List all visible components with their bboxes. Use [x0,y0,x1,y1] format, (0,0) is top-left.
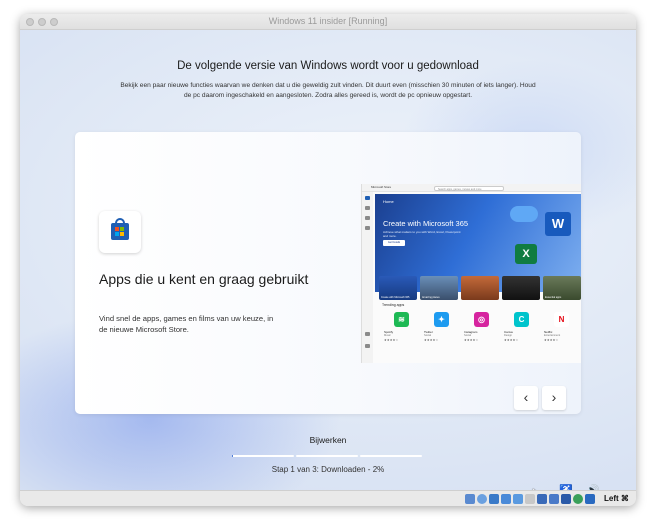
hard-disk-icon[interactable] [465,494,475,504]
spotify-icon: ≋ [394,312,409,327]
preview-trending-label: Trending apps [382,303,405,307]
preview-app-rating: ★★★★☆ [464,338,479,342]
twitter-icon: ✦ [434,312,449,327]
preview-app-category: Entertainment [544,334,561,337]
netflix-icon: N [554,312,569,327]
display-icon[interactable] [537,494,547,504]
preview-app-card: ◎ Instagram Social ★★★★☆ [462,312,502,356]
preview-tile [502,276,540,300]
progress-status: Stap 1 van 3: Downloaden - 2% [271,465,385,474]
virtualbox-window: Windows 11 insider [Running] De volgende… [20,14,636,506]
recording-icon[interactable] [561,494,571,504]
canva-icon: C [514,312,529,327]
preview-app-rating: ★★★★☆ [504,338,519,342]
progress-step-3 [360,455,422,457]
optical-drive-icon[interactable] [477,494,487,504]
preview-app-category: Music [384,334,391,337]
audio-icon[interactable] [489,494,499,504]
progress-label: Bijwerken [309,435,347,445]
preview-app-category: Social [424,334,432,337]
excel-logo-icon: X [515,244,537,264]
network-icon[interactable] [501,494,511,504]
preview-app-card: N Netflix Entertainment ★★★★☆ [542,312,581,356]
preview-app-category: Social [464,334,472,337]
progress-step-2 [296,455,358,457]
next-button[interactable]: › [542,386,566,410]
preview-search: Search apps, games, movies and more [434,185,504,191]
preview-tile [461,276,499,300]
preview-tile: Create with Microsoft 365 [379,276,417,300]
mouse-integration-icon[interactable] [585,494,595,504]
vm-status-bar: Left ⌘ [20,490,636,506]
preview-tile: Amazing places [420,276,458,300]
preview-sidebar [362,192,373,363]
virtualization-icon[interactable] [573,494,583,504]
word-logo-icon: W [545,212,571,236]
feature-description: Vind snel de apps, games en films van uw… [99,314,274,334]
preview-app-card: ✦ Twitter Social ★★★★☆ [422,312,462,356]
window-title: Windows 11 insider [Running] [268,16,388,26]
preview-app-category: Design [504,334,513,337]
title-bar[interactable]: Windows 11 insider [Running] [20,14,636,30]
preview-app-card: ≋ Spotify Music ★★★★☆ [382,312,422,356]
vm-screen[interactable]: De volgende versie van Windows wordt voo… [20,30,636,490]
microsoft-store-icon [99,211,141,253]
instagram-icon: ◎ [474,312,489,327]
preview-app-card: C Canva Design ★★★★☆ [502,312,542,356]
preview-hero: Home W X Create with Microsoft 365 Achie… [375,194,581,300]
setup-subtitle: Bekijk een paar nieuwe functies waarvan … [120,82,536,99]
progress-step-1 [232,455,294,457]
usb-icon[interactable] [513,494,523,504]
preview-app-name: Microsoft Store [371,185,392,189]
feature-title: Apps die u kent en graag gebruikt [99,271,309,287]
preview-app-rating: ★★★★☆ [424,338,439,342]
preview-app-rating: ★★★★☆ [544,338,559,342]
preview-app-rating: ★★★★☆ [384,338,399,342]
previous-button[interactable]: ‹ [514,386,538,410]
setup-heading: De volgende versie van Windows wordt voo… [177,60,479,72]
shared-folders-icon[interactable] [525,494,535,504]
preview-tile: Essential apps [543,276,581,300]
host-key-label: Left ⌘ [604,494,629,503]
store-preview-image: Microsoft Store Search apps, games, movi… [361,184,581,363]
feature-card: Apps die u kent en graag gebruikt Vind s… [75,132,581,414]
video-capture-icon[interactable] [549,494,559,504]
